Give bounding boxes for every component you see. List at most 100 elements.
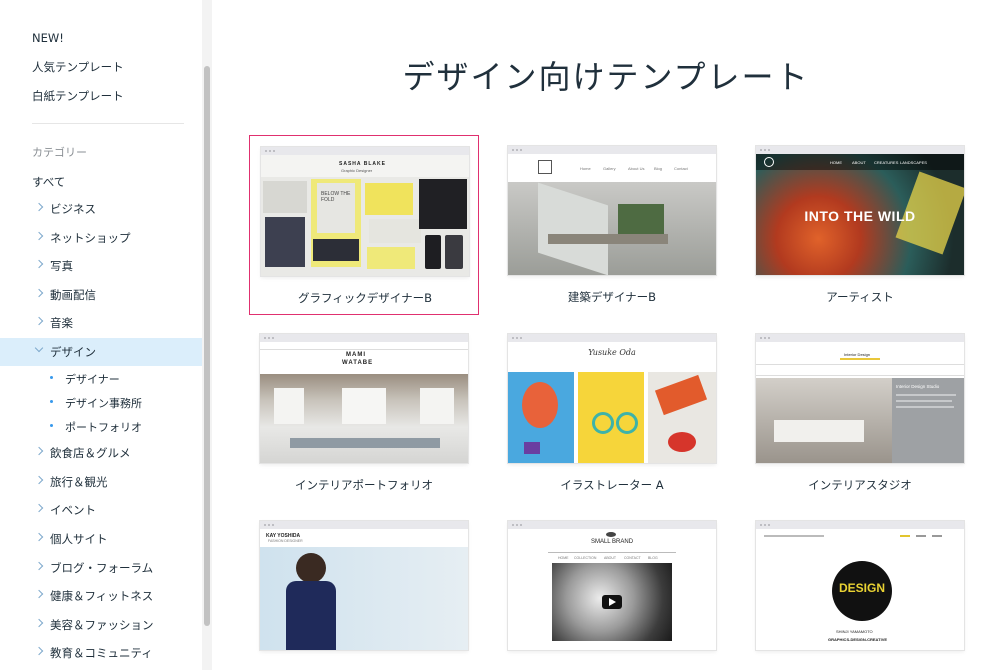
browser-bar [508,334,716,342]
preview-brand: Interior Design [844,352,871,357]
sidebar-item-label: 旅行＆観光 [50,475,108,489]
sidebar-item-label: 健康＆フィットネス [50,589,154,603]
template-preview: Interior Design Interior Design Studio [756,334,964,463]
sidebar-item-label: ビジネス [50,202,96,216]
preview-nav-item: Contact [674,166,688,171]
chevron-right-icon [34,316,44,326]
sidebar-item-personal[interactable]: 個人サイト [0,525,202,553]
sidebar-subitem-label: デザイナー [65,373,120,386]
preview-nav-item: ABOUT [852,160,866,165]
browser-bar [756,146,964,154]
preview-subtitle: Interior Design Studio [896,384,940,389]
template-preview: DESIGN SHINJI YAMAMOTO GRAPHICS-DESIGN-C… [756,521,964,650]
browser-bar [261,147,469,155]
template-card-illustrator-a[interactable]: Yusuke Oda イラストレーター A [497,323,727,503]
template-label: イラストレーター A [560,478,664,492]
chevron-right-icon [34,288,44,298]
browser-bar [260,334,468,342]
sidebar-item-travel[interactable]: 旅行＆観光 [0,468,202,496]
sidebar-item-beauty[interactable]: 美容＆ファッション [0,611,202,639]
template-label: インテリアポートフォリオ [295,478,433,492]
preview-name: SASHA BLAKE [339,161,386,167]
template-card-fashion-designer[interactable]: KAY YOSHIDA FASHION DESIGNER [249,510,479,670]
preview-subtitle: Graphic Designer [341,168,373,173]
preview-logo-text: DESIGN [838,581,885,595]
sidebar-item-food[interactable]: 飲食店＆グルメ [0,439,202,467]
template-preview: Home Gallery About Us Blog Contact [508,146,716,275]
preview-brand: SMALL BRAND [590,539,634,545]
sidebar-item-label: 動画配信 [50,288,96,302]
browser-bar [756,521,964,529]
template-label: アーティスト [826,290,894,304]
bullet-icon [50,424,53,427]
template-preview: MAMI WATABE [260,334,468,463]
sidebar-item-video[interactable]: 動画配信 [0,281,202,309]
preview-nav-item: CREATURES [874,160,899,165]
template-card-architecture-designer-b[interactable]: Home Gallery About Us Blog Contact 建築デザイ… [497,135,727,315]
chevron-right-icon [34,202,44,212]
browser-bar [508,146,716,154]
template-label: グラフィックデザイナーB [298,291,432,305]
preview-nav-item: HOME [830,160,842,165]
sidebar-link-blank[interactable]: 白紙テンプレート [32,88,124,104]
browser-bar [508,521,716,529]
template-preview: Yusuke Oda [508,334,716,463]
chevron-right-icon [34,532,44,542]
sidebar: NEW! 人気テンプレート 白紙テンプレート カテゴリー すべて ビジネス ネッ… [0,0,212,670]
sidebar-item-music[interactable]: 音楽 [0,309,202,337]
sidebar-item-label: 飲食店＆グルメ [50,446,131,460]
sidebar-item-label: イベント [50,503,96,517]
preview-name-last: WATABE [342,360,374,366]
sidebar-subitem-designer[interactable]: デザイナー [0,366,202,390]
template-card-graphic-designer-b[interactable]: SASHA BLAKE Graphic Designer BELOW THE F… [249,135,479,315]
preview-nav-item: Blog [654,166,663,171]
sidebar-item-design[interactable]: デザイン [0,338,202,366]
preview-logo [764,157,774,167]
sidebar-divider [32,123,184,124]
sidebar-item-label: 個人サイト [50,532,108,546]
sidebar-item-photo[interactable]: 写真 [0,252,202,280]
sidebar-item-label: 教育＆コミュニティ [50,646,153,660]
template-card-interior-studio[interactable]: Interior Design Interior Design Studio イ… [745,323,975,503]
sidebar-item-education[interactable]: 教育＆コミュニティ [0,639,202,667]
template-label: インテリアスタジオ [808,478,912,492]
preview-name: SHINJI YAMAMOTO [836,629,873,634]
chevron-right-icon [34,259,44,269]
preview-nav-item: HOME [558,556,569,560]
sidebar-item-label: 美容＆ファッション [50,618,154,632]
template-card-interior-portfolio[interactable]: MAMI WATABE インテリアポートフォリオ [249,323,479,503]
template-card-artist[interactable]: HOME ABOUT CREATURES LANDSCAPES INTO THE… [745,135,975,315]
preview-subtitle: FASHION DESIGNER [268,539,303,543]
sidebar-item-online-shop[interactable]: ネットショップ [0,224,202,252]
sidebar-link-new[interactable]: NEW! [32,31,64,45]
preview-nav-item: LANDSCAPES [900,160,927,165]
sidebar-item-label: 音楽 [50,316,73,330]
sidebar-item-business[interactable]: ビジネス [0,195,202,223]
sidebar-item-label: ブログ・フォーラム [50,561,154,575]
sidebar-link-popular[interactable]: 人気テンプレート [32,59,124,75]
template-card-small-brand[interactable]: SMALL BRAND HOME COLLECTION ABOUT CONTAC… [497,510,727,670]
sidebar-item-blog[interactable]: ブログ・フォーラム [0,554,202,582]
chevron-right-icon [34,561,44,571]
sidebar-item-event[interactable]: イベント [0,496,202,524]
sidebar-scrollbar[interactable] [202,0,212,670]
chevron-right-icon [34,475,44,485]
sidebar-subitem-design-office[interactable]: デザイン事務所 [0,390,202,414]
sidebar-item-all[interactable]: すべて [32,174,65,190]
template-preview: SASHA BLAKE Graphic Designer BELOW THE F… [261,147,469,276]
scrollbar-thumb[interactable] [204,66,210,626]
template-label: 建築デザイナーB [567,290,657,304]
preview-nav-item: Gallery [603,166,616,171]
chevron-right-icon [34,618,44,628]
sidebar-subitem-portfolio[interactable]: ポートフォリオ [0,414,202,438]
sidebar-item-fitness[interactable]: 健康＆フィットネス [0,582,202,610]
preview-name: Yusuke Oda [588,348,636,357]
preview-logo [606,532,616,537]
sidebar-item-label: ネットショップ [50,231,131,245]
bullet-icon [50,376,53,379]
template-card-graphics-design[interactable]: DESIGN SHINJI YAMAMOTO GRAPHICS-DESIGN-C… [745,510,975,670]
chevron-right-icon [34,446,44,456]
chevron-right-icon [34,589,44,599]
preview-nav-item: ABOUT [604,556,617,560]
sidebar-item-label: デザイン [50,345,96,359]
